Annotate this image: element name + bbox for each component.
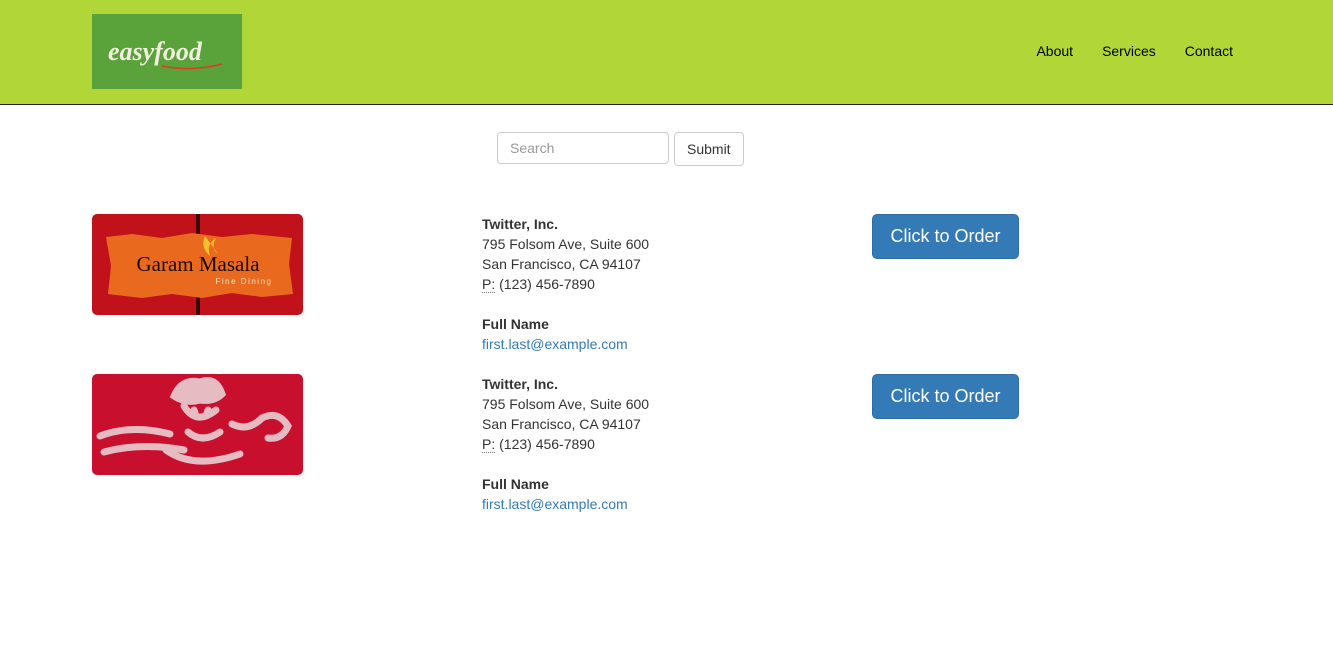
phone-number: (123) 456-7890 — [499, 436, 595, 452]
restaurant-row: Twitter, Inc. 795 Folsom Ave, Suite 600 … — [0, 374, 1333, 534]
logo-text: easyfood — [108, 37, 203, 66]
easyfood-logo[interactable]: easyfood — [92, 14, 242, 89]
site-header: easyfood About Services Contact — [0, 0, 1333, 105]
restaurant-address: Twitter, Inc. 795 Folsom Ave, Suite 600 … — [482, 214, 649, 354]
image-subtitle: Fine Dining — [216, 277, 273, 286]
email-link[interactable]: first.last@example.com — [482, 336, 628, 352]
address-line-1: 795 Folsom Ave, Suite 600 — [482, 396, 650, 412]
order-button[interactable]: Click to Order — [872, 374, 1019, 419]
submit-button[interactable]: Submit — [674, 132, 744, 166]
address-line-2: San Francisco, CA 94107 — [482, 416, 641, 432]
phone-label: P: — [482, 276, 496, 293]
email-link[interactable]: first.last@example.com — [482, 496, 628, 512]
phone-number: (123) 456-7890 — [499, 276, 595, 292]
nav-services-link[interactable]: Services — [1102, 43, 1156, 59]
address-line-1: 795 Folsom Ave, Suite 600 — [482, 236, 650, 252]
order-button[interactable]: Click to Order — [872, 214, 1019, 259]
contact-name: Full Name — [482, 476, 549, 492]
nav-about-link[interactable]: About — [1036, 43, 1073, 59]
restaurant-address: Twitter, Inc. 795 Folsom Ave, Suite 600 … — [482, 374, 649, 514]
nav-contact-link[interactable]: Contact — [1185, 43, 1233, 59]
address-line-2: San Francisco, CA 94107 — [482, 256, 641, 272]
search-form: Submit — [497, 132, 744, 166]
company-name: Twitter, Inc. — [482, 216, 558, 232]
restaurant-row: Garam Masala Fine Dining Twitter, Inc. 7… — [0, 214, 1333, 374]
contact-name: Full Name — [482, 316, 549, 332]
search-input[interactable] — [497, 132, 669, 164]
phone-label: P: — [482, 436, 496, 453]
image-title: Garam Masala — [136, 252, 260, 276]
restaurant-image-chef[interactable] — [92, 374, 303, 475]
company-name: Twitter, Inc. — [482, 376, 558, 392]
restaurant-image-garam-masala[interactable]: Garam Masala Fine Dining — [92, 214, 303, 315]
main-nav: About Services Contact — [1036, 43, 1233, 59]
